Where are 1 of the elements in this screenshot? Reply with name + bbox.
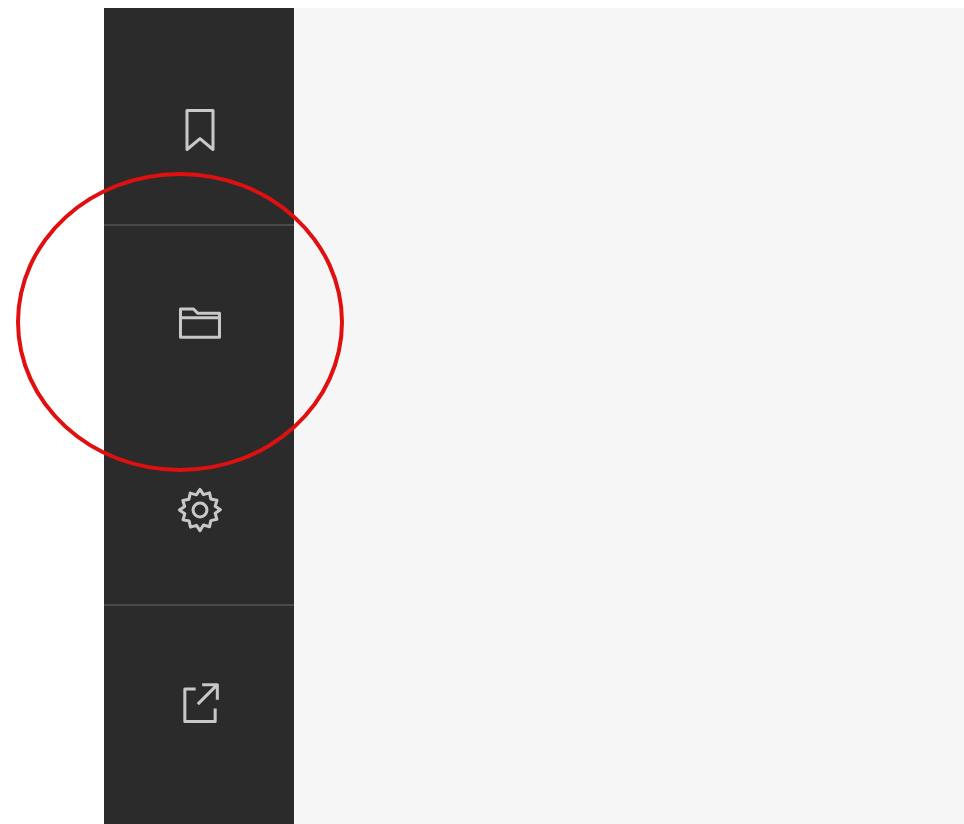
settings-icon[interactable]	[173, 484, 225, 536]
